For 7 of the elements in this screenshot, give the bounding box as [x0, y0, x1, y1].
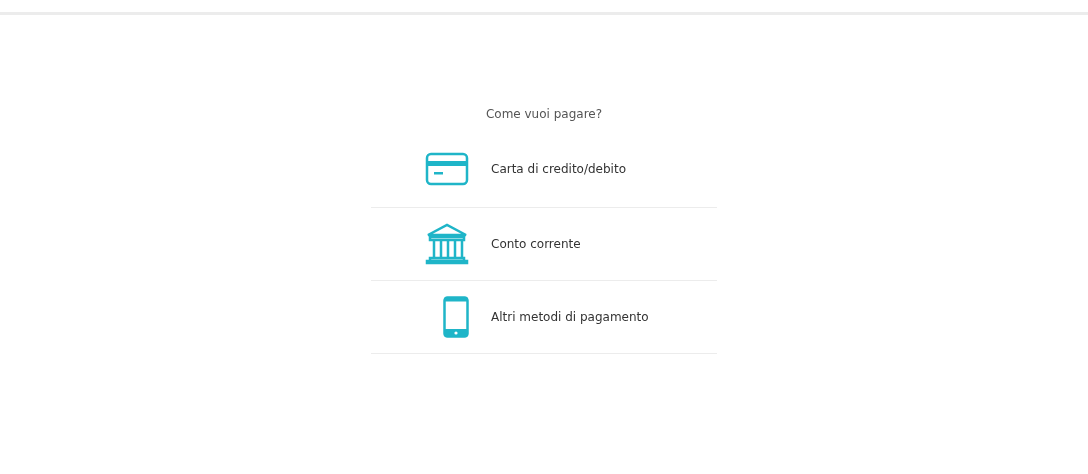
payment-option[interactable]: Conto corrente [371, 208, 717, 281]
smartphone-icon [443, 296, 469, 338]
question-heading: Come vuoi pagare? [485, 107, 603, 121]
credit-card-icon [425, 152, 469, 186]
bank-icon [425, 223, 469, 265]
payment-option[interactable]: Altri metodi di pagamento [371, 281, 717, 354]
payment-option[interactable]: Carta di credito/debito [371, 143, 717, 208]
